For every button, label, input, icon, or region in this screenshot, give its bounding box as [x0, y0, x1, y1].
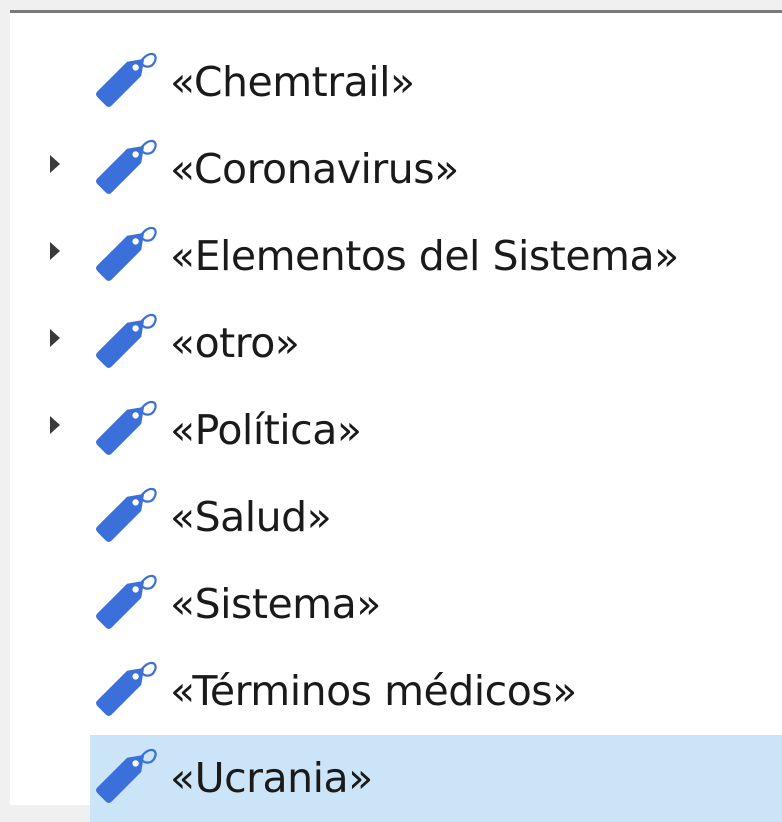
tree-item[interactable]: «Elementos del Sistema» [10, 213, 782, 300]
tag-icon [90, 391, 160, 461]
expand-arrow-icon[interactable] [48, 327, 62, 349]
tree-item-label: «Coronavirus» [170, 145, 459, 193]
tree-item[interactable]: «Coronavirus» [10, 126, 782, 213]
tag-icon [90, 652, 160, 722]
tag-icon [90, 304, 160, 374]
tree-item[interactable]: «Salud» [10, 474, 782, 561]
tree-item[interactable]: «Política» [10, 387, 782, 474]
tag-icon [90, 739, 160, 809]
tree-item[interactable]: «Términos médicos» [10, 648, 782, 735]
tag-tree: «Chemtrail» «Coronavirus» «Elementos del S… [10, 39, 782, 822]
expand-arrow-icon[interactable] [48, 240, 62, 262]
expand-arrow-icon[interactable] [48, 414, 62, 436]
tag-icon [90, 130, 160, 200]
tree-item[interactable]: «otro» [10, 300, 782, 387]
tag-icon [90, 43, 160, 113]
tag-tree-panel: «Chemtrail» «Coronavirus» «Elementos del S… [10, 10, 782, 822]
tree-item[interactable]: «Ucrania» [10, 735, 782, 822]
tree-item-label: «otro» [170, 319, 300, 367]
tag-icon [90, 217, 160, 287]
tree-item-label: «Ucrania» [170, 754, 373, 802]
tree-item-label: «Elementos del Sistema» [170, 232, 679, 280]
tree-item[interactable]: «Chemtrail» [10, 39, 782, 126]
tag-icon [90, 478, 160, 548]
window-frame-left [0, 0, 10, 819]
tree-item-label: «Términos médicos» [170, 667, 577, 715]
tree-item-label: «Sistema» [170, 580, 381, 628]
tree-item-label: «Chemtrail» [170, 58, 415, 106]
tag-icon [90, 565, 160, 635]
tree-item-label: «Salud» [170, 493, 332, 541]
tree-item-label: «Política» [170, 406, 362, 454]
window-frame-top [0, 0, 782, 10]
expand-arrow-icon[interactable] [48, 153, 62, 175]
tree-item[interactable]: «Sistema» [10, 561, 782, 648]
